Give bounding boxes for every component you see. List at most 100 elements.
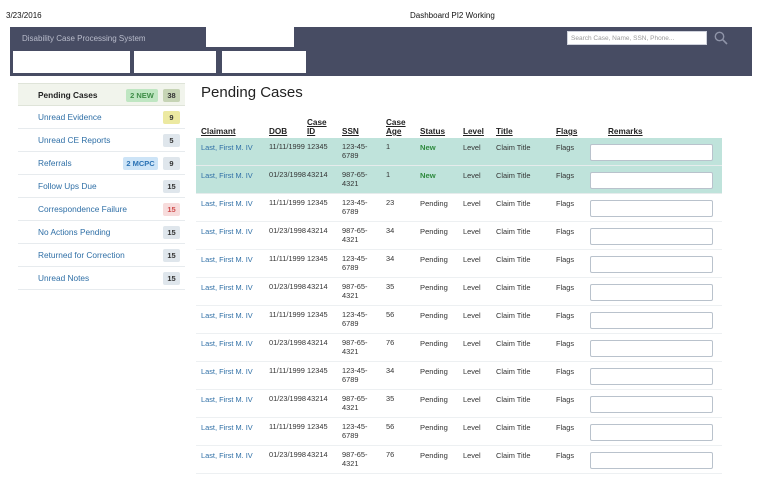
- col-case-id[interactable]: Case ID: [307, 118, 327, 136]
- claimant-link[interactable]: Last, First M. IV: [201, 227, 253, 236]
- nav-tab-1[interactable]: [13, 51, 130, 73]
- level-cell: Level: [463, 311, 481, 320]
- sidebar-item-unread-evidence[interactable]: Unread Evidence 9: [18, 106, 185, 129]
- claimant-link[interactable]: Last, First M. IV: [201, 311, 253, 320]
- claimant-link[interactable]: Last, First M. IV: [201, 283, 253, 292]
- col-status[interactable]: Status: [420, 127, 445, 136]
- flags-cell: Flags: [556, 171, 575, 180]
- flags-cell: Flags: [556, 367, 575, 376]
- dob-cell: 01/23/1998: [269, 338, 306, 347]
- level-cell: Level: [463, 199, 481, 208]
- table-row[interactable]: Last, First M. IV 01/23/1998 43214 987-65-4…: [196, 334, 722, 362]
- ssn-cell: 123-45-6789: [342, 310, 368, 328]
- table-row[interactable]: Last, First M. IV 11/11/1999 12345 123-45-6…: [196, 250, 722, 278]
- col-dob[interactable]: DOB: [269, 127, 287, 136]
- dob-cell: 11/11/1999: [269, 366, 305, 375]
- status-cell: Pending: [420, 367, 448, 376]
- table-row[interactable]: Last, First M. IV 01/23/1998 43214 987-65-4…: [196, 222, 722, 250]
- remarks-input[interactable]: [590, 368, 713, 385]
- remarks-input[interactable]: [590, 340, 713, 357]
- claimant-link[interactable]: Last, First M. IV: [201, 143, 253, 152]
- remarks-input[interactable]: [590, 312, 713, 329]
- remarks-input[interactable]: [590, 228, 713, 245]
- sidebar-item-referrals[interactable]: Referrals 2 MCPC 9: [18, 152, 185, 175]
- app-header: Disability Case Processing System: [10, 27, 752, 76]
- table-row[interactable]: Last, First M. IV 11/11/1999 12345 123-45-6…: [196, 194, 722, 222]
- count-badge: 15: [163, 226, 180, 239]
- claimant-link[interactable]: Last, First M. IV: [201, 199, 253, 208]
- sidebar-item-label: No Actions Pending: [38, 227, 111, 237]
- sidebar-item-label: Correspondence Failure: [38, 204, 128, 214]
- claimant-link[interactable]: Last, First M. IV: [201, 171, 253, 180]
- table-row[interactable]: Last, First M. IV 11/11/1999 12345 123-45-6…: [196, 418, 722, 446]
- count-badge: 15: [163, 180, 180, 193]
- mcpc-badge: 2 MCPC: [123, 157, 158, 170]
- title-cell: Claim Title: [496, 199, 531, 208]
- sidebar-item-pending-cases[interactable]: Pending Cases 2 NEW 38: [18, 83, 185, 106]
- table-row[interactable]: Last, First M. IV 11/11/1999 12345 123-45-6…: [196, 362, 722, 390]
- sidebar-item-unread-ce-reports[interactable]: Unread CE Reports 5: [18, 129, 185, 152]
- case-age-cell: 76: [386, 338, 395, 347]
- table-row[interactable]: Last, First M. IV 01/23/1998 43214 987-65-4…: [196, 166, 722, 194]
- status-cell: Pending: [420, 311, 448, 320]
- sidebar-item-correspondence-failure[interactable]: Correspondence Failure 15: [18, 198, 185, 221]
- header-tab-1[interactable]: [206, 27, 294, 47]
- page-title: Pending Cases: [201, 84, 303, 101]
- sidebar-item-unread-notes[interactable]: Unread Notes 15: [18, 267, 185, 290]
- case-id-cell: 43214: [307, 170, 328, 179]
- search-input[interactable]: [567, 31, 707, 45]
- remarks-input[interactable]: [590, 284, 713, 301]
- remarks-input[interactable]: [590, 172, 713, 189]
- table-row[interactable]: Last, First M. IV 01/23/1998 43214 987-65-4…: [196, 278, 722, 306]
- col-ssn[interactable]: SSN: [342, 127, 359, 136]
- count-badge: 9: [163, 157, 180, 170]
- remarks-input[interactable]: [590, 256, 713, 273]
- table-row[interactable]: Last, First M. IV 11/11/1999 12345 123-45-6…: [196, 306, 722, 334]
- case-id-cell: 12345: [307, 254, 328, 263]
- title-cell: Claim Title: [496, 311, 531, 320]
- sidebar-item-returned-for-correction[interactable]: Returned for Correction 15: [18, 244, 185, 267]
- remarks-input[interactable]: [590, 200, 713, 217]
- remarks-input[interactable]: [590, 144, 713, 161]
- flags-cell: Flags: [556, 451, 575, 460]
- col-flags[interactable]: Flags: [556, 127, 577, 136]
- claimant-link[interactable]: Last, First M. IV: [201, 255, 253, 264]
- case-age-cell: 34: [386, 226, 395, 235]
- case-age-cell: 35: [386, 282, 395, 291]
- col-title[interactable]: Title: [496, 127, 513, 136]
- claimant-link[interactable]: Last, First M. IV: [201, 451, 253, 460]
- col-level[interactable]: Level: [463, 127, 484, 136]
- remarks-input[interactable]: [590, 424, 713, 441]
- case-id-cell: 43214: [307, 226, 328, 235]
- table-row[interactable]: Last, First M. IV 11/11/1999 12345 123-45-6…: [196, 138, 722, 166]
- app-name: Disability Case Processing System: [22, 34, 146, 43]
- col-claimant[interactable]: Claimant: [201, 127, 236, 136]
- case-id-cell: 12345: [307, 198, 328, 207]
- dob-cell: 01/23/1998: [269, 282, 306, 291]
- table-row[interactable]: Last, First M. IV 01/23/1998 43214 987-65-4…: [196, 446, 722, 474]
- claimant-link[interactable]: Last, First M. IV: [201, 339, 253, 348]
- table-row[interactable]: Last, First M. IV 01/23/1998 43214 987-65-4…: [196, 390, 722, 418]
- sidebar-item-follow-ups-due[interactable]: Follow Ups Due 15: [18, 175, 185, 198]
- status-cell: Pending: [420, 451, 448, 460]
- nav-tab-2[interactable]: [134, 51, 216, 73]
- flags-cell: Flags: [556, 255, 575, 264]
- ssn-cell: 123-45-6789: [342, 198, 368, 216]
- remarks-input[interactable]: [590, 396, 713, 413]
- col-case-age[interactable]: Case Age: [386, 118, 410, 136]
- flags-cell: Flags: [556, 395, 575, 404]
- ssn-cell: 987-65-4321: [342, 450, 368, 468]
- claimant-link[interactable]: Last, First M. IV: [201, 423, 253, 432]
- dob-cell: 01/23/1998: [269, 450, 306, 459]
- flags-cell: Flags: [556, 283, 575, 292]
- level-cell: Level: [463, 171, 481, 180]
- claimant-link[interactable]: Last, First M. IV: [201, 395, 253, 404]
- claimant-link[interactable]: Last, First M. IV: [201, 367, 253, 376]
- case-id-cell: 12345: [307, 310, 328, 319]
- remarks-input[interactable]: [590, 452, 713, 469]
- sidebar-item-no-actions-pending[interactable]: No Actions Pending 15: [18, 221, 185, 244]
- search-icon[interactable]: [713, 30, 729, 46]
- nav-tab-3[interactable]: [222, 51, 306, 73]
- col-remarks[interactable]: Remarks: [608, 127, 643, 136]
- case-age-cell: 56: [386, 310, 395, 319]
